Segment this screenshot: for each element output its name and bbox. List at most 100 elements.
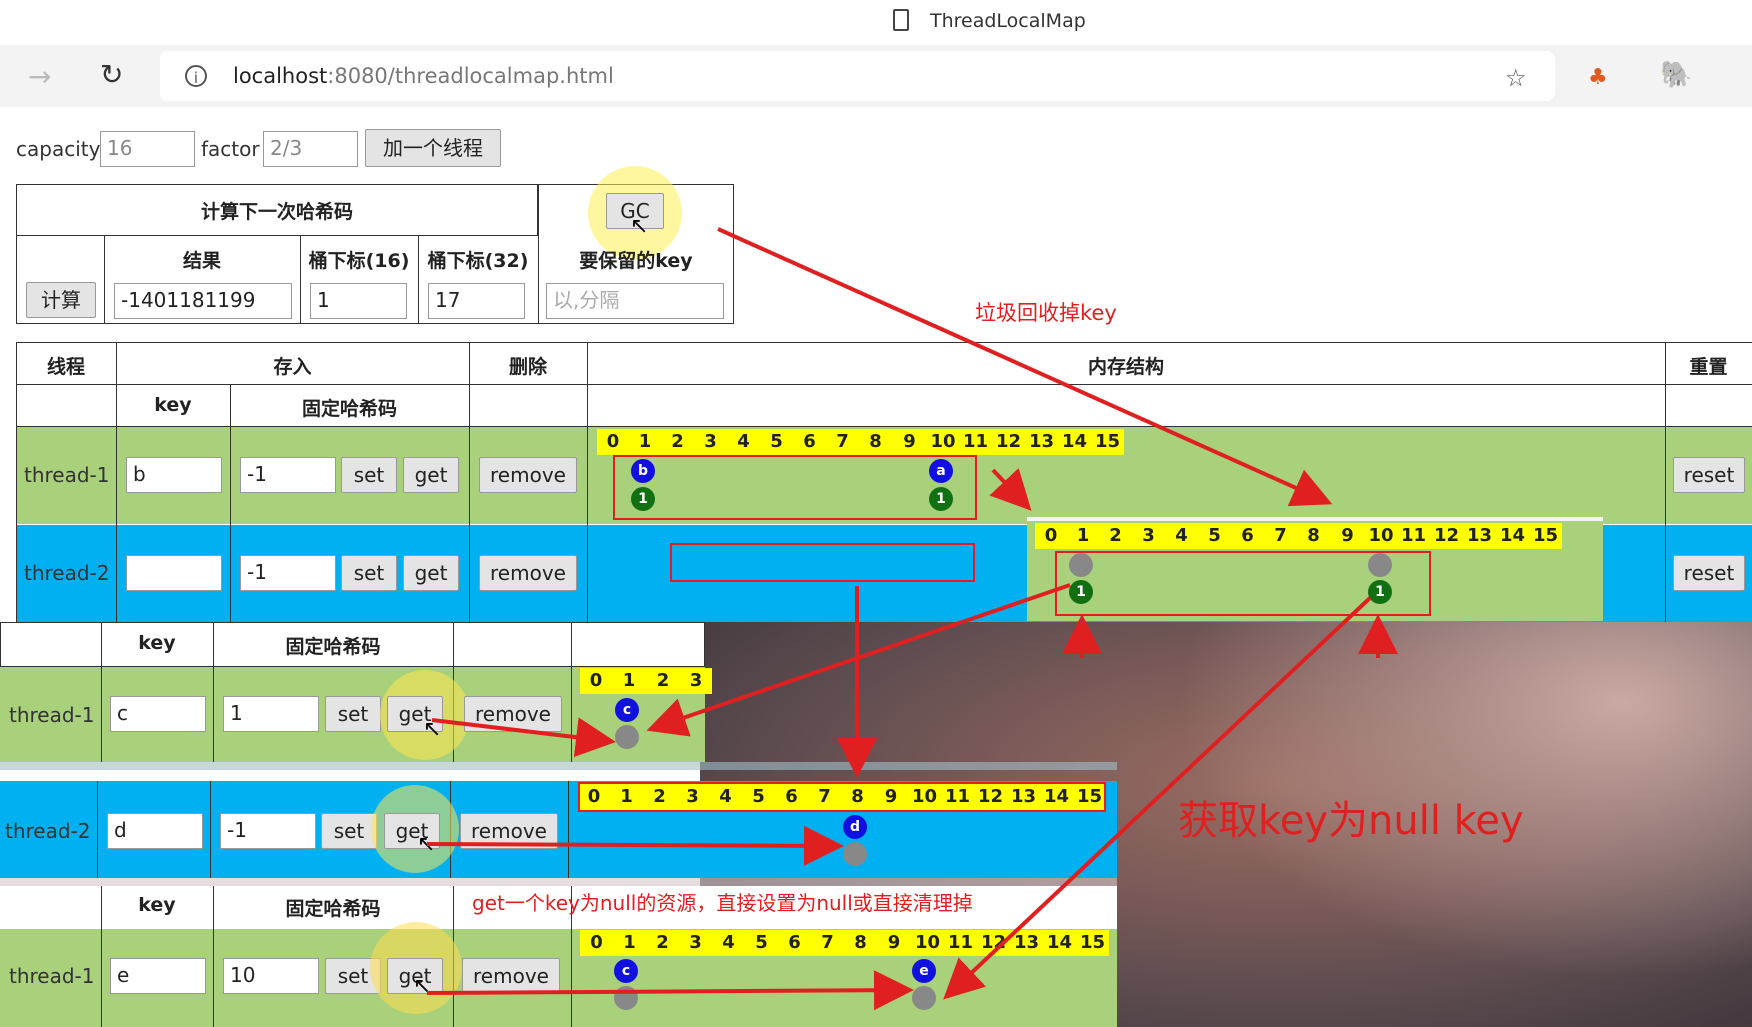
null-key-node — [1069, 553, 1093, 577]
bucket32-input[interactable]: 17 — [428, 283, 525, 319]
fixed-hash-header: 固定哈希码 — [285, 636, 381, 658]
null-key-node — [615, 725, 639, 749]
get-button[interactable]: get — [403, 555, 459, 591]
bucket-index-row: 0 1 2 3 4 5 6 7 8 9 10 11 12 13 14 15 — [580, 930, 1109, 956]
evernote-icon[interactable]: 🐘 — [1660, 60, 1692, 90]
thread-header: 线程 — [46, 356, 85, 378]
key-header: key — [154, 394, 192, 416]
remove-button[interactable]: remove — [479, 457, 577, 493]
key-input[interactable]: d — [107, 813, 203, 849]
set-button[interactable]: set — [341, 457, 397, 493]
favorite-star-icon[interactable]: ☆ — [1505, 63, 1527, 93]
key-node-d: d — [843, 815, 867, 839]
key-input[interactable] — [126, 555, 222, 591]
key-node-e: e — [912, 959, 936, 983]
key-node-a: a — [929, 459, 953, 483]
hash-input[interactable]: -1 — [240, 457, 336, 493]
window-titlebar — [0, 0, 1752, 45]
reload-icon[interactable]: ↻ — [100, 60, 123, 90]
divider — [213, 886, 214, 1027]
key-input[interactable]: c — [110, 696, 206, 732]
bucket-index-row: 0 1 2 3 4 5 6 7 8 9 10 11 12 13 14 15 — [597, 429, 1124, 455]
thread-name: thread-1 — [9, 964, 95, 988]
key-header: key — [138, 632, 176, 654]
factor-input[interactable]: 2/3 — [263, 131, 358, 167]
mouse-cursor-icon: ↖ — [423, 717, 442, 742]
mouse-cursor-icon: ↖ — [413, 974, 432, 999]
null-key-node — [843, 842, 867, 866]
divider — [1665, 525, 1666, 622]
thread-name: thread-2 — [24, 561, 110, 585]
remove-button[interactable]: remove — [479, 555, 577, 591]
document-icon — [893, 9, 909, 31]
factor-label: factor — [201, 137, 260, 161]
key-node-c: c — [615, 698, 639, 722]
divider — [16, 384, 1752, 385]
null-key-annotation: 获取key为null key — [1178, 798, 1524, 844]
key-node-c: c — [614, 959, 638, 983]
bucket16-input[interactable]: 1 — [310, 283, 407, 319]
divider — [568, 781, 569, 878]
divider — [587, 525, 588, 622]
fixed-hash-header: 固定哈希码 — [301, 398, 397, 420]
mouse-cursor-icon: ↖ — [417, 832, 436, 857]
result-input[interactable]: -1401181199 — [114, 283, 292, 319]
keep-key-header: 要保留的key — [579, 250, 693, 272]
address-url[interactable]: localhost:8080/threadlocalmap.html — [233, 64, 614, 88]
keep-key-input[interactable]: 以,分隔 — [546, 283, 724, 319]
key-header: key — [138, 894, 176, 916]
highlight-box — [670, 543, 975, 582]
highlight-box — [613, 455, 977, 520]
window-title: ThreadLocalMap — [930, 10, 1086, 32]
bucket-index-row: 0 1 2 3 4 5 6 7 8 9 10 11 12 13 14 15 — [1035, 523, 1562, 549]
divider — [101, 886, 102, 1027]
get-button[interactable]: get — [403, 457, 459, 493]
extension-sitemap-icon[interactable]: ♣ — [1588, 63, 1608, 93]
highlight-box — [578, 782, 1106, 812]
memory-header: 内存结构 — [1087, 356, 1164, 378]
result-header: 结果 — [182, 250, 221, 272]
bucket32-header: 桶下标(32) — [427, 250, 529, 272]
remove-button[interactable]: remove — [464, 696, 562, 732]
remove-button[interactable]: remove — [460, 813, 558, 849]
gc-annotation: 垃圾回收掉key — [975, 301, 1117, 325]
capacity-input[interactable]: 16 — [100, 131, 195, 167]
hash-input[interactable]: 1 — [223, 696, 319, 732]
null-key-node — [912, 986, 936, 1010]
calc-button[interactable]: 计算 — [26, 282, 96, 318]
remove-button[interactable]: remove — [462, 958, 560, 994]
reset-header: 重置 — [1689, 356, 1728, 378]
null-key-node — [1368, 553, 1392, 577]
store-header: 存入 — [273, 356, 312, 378]
key-input[interactable]: e — [110, 958, 206, 994]
thread-name: thread-1 — [24, 463, 110, 487]
value-node: 1 — [1368, 580, 1392, 604]
set-button[interactable]: set — [325, 696, 381, 732]
divider — [210, 781, 211, 878]
hash-input[interactable]: -1 — [220, 813, 316, 849]
thread-name: thread-1 — [9, 703, 95, 727]
divider — [230, 525, 231, 622]
key-input[interactable]: b — [126, 457, 222, 493]
set-button[interactable]: set — [321, 813, 377, 849]
forward-icon[interactable]: → — [28, 62, 51, 92]
capacity-label: capacity — [16, 137, 101, 161]
divider — [469, 525, 470, 622]
reset-button[interactable]: reset — [1673, 555, 1745, 591]
set-button[interactable]: set — [341, 555, 397, 591]
add-thread-button[interactable]: 加一个线程 — [365, 129, 501, 167]
mouse-cursor-icon: ↖ — [630, 214, 649, 239]
info-icon[interactable]: i — [185, 65, 207, 87]
value-node: 1 — [1069, 580, 1093, 604]
get-null-annotation: get一个key为null的资源，直接设置为null或直接清理掉 — [472, 891, 973, 915]
hash-input[interactable]: 10 — [223, 958, 319, 994]
divider — [101, 622, 102, 762]
value-node: 1 — [631, 487, 655, 511]
key-node-b: b — [631, 459, 655, 483]
hash-input[interactable]: -1 — [240, 555, 336, 591]
divider — [213, 622, 214, 762]
fixed-hash-header: 固定哈希码 — [285, 898, 381, 920]
hash-panel-title: 计算下一次哈希码 — [200, 201, 353, 223]
reset-button[interactable]: reset — [1673, 457, 1745, 493]
overlay-gap — [0, 878, 1117, 886]
